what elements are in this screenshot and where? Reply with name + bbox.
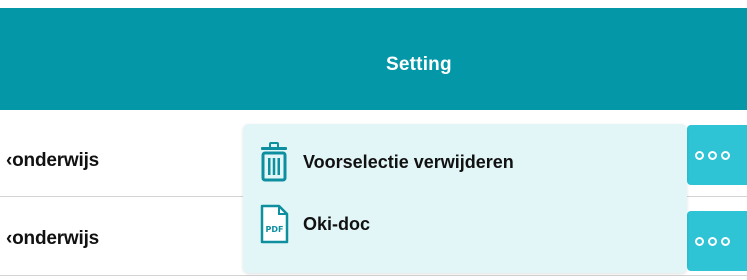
menu-item-label: Voorselectie verwijderen — [303, 151, 514, 172]
trash-icon — [261, 142, 287, 182]
more-dots-icon — [721, 150, 730, 160]
more-dots-icon — [695, 150, 704, 160]
more-dots-icon — [708, 236, 717, 246]
menu-item-voorselectie-verwijderen[interactable]: Voorselectie verwijderen — [259, 142, 514, 182]
svg-text:PDF: PDF — [266, 225, 284, 234]
more-options-button[interactable] — [687, 125, 747, 185]
pdf-file-icon: PDF — [260, 204, 289, 244]
more-dots-icon — [708, 150, 717, 160]
menu-item-oki-doc[interactable]: PDF Oki-doc — [259, 204, 370, 244]
row-label: ‹onderwijs — [6, 228, 100, 249]
more-dots-icon — [721, 236, 730, 246]
more-dots-icon — [695, 236, 704, 246]
menu-item-label: Oki-doc — [303, 213, 371, 234]
context-menu: Voorselectie verwijderen PDF Oki-doc — [243, 124, 687, 273]
table-header: Setting — [0, 8, 747, 110]
row-label: ‹onderwijs — [6, 150, 100, 171]
more-options-button[interactable] — [687, 211, 747, 271]
column-header-setting: Setting — [386, 54, 452, 75]
